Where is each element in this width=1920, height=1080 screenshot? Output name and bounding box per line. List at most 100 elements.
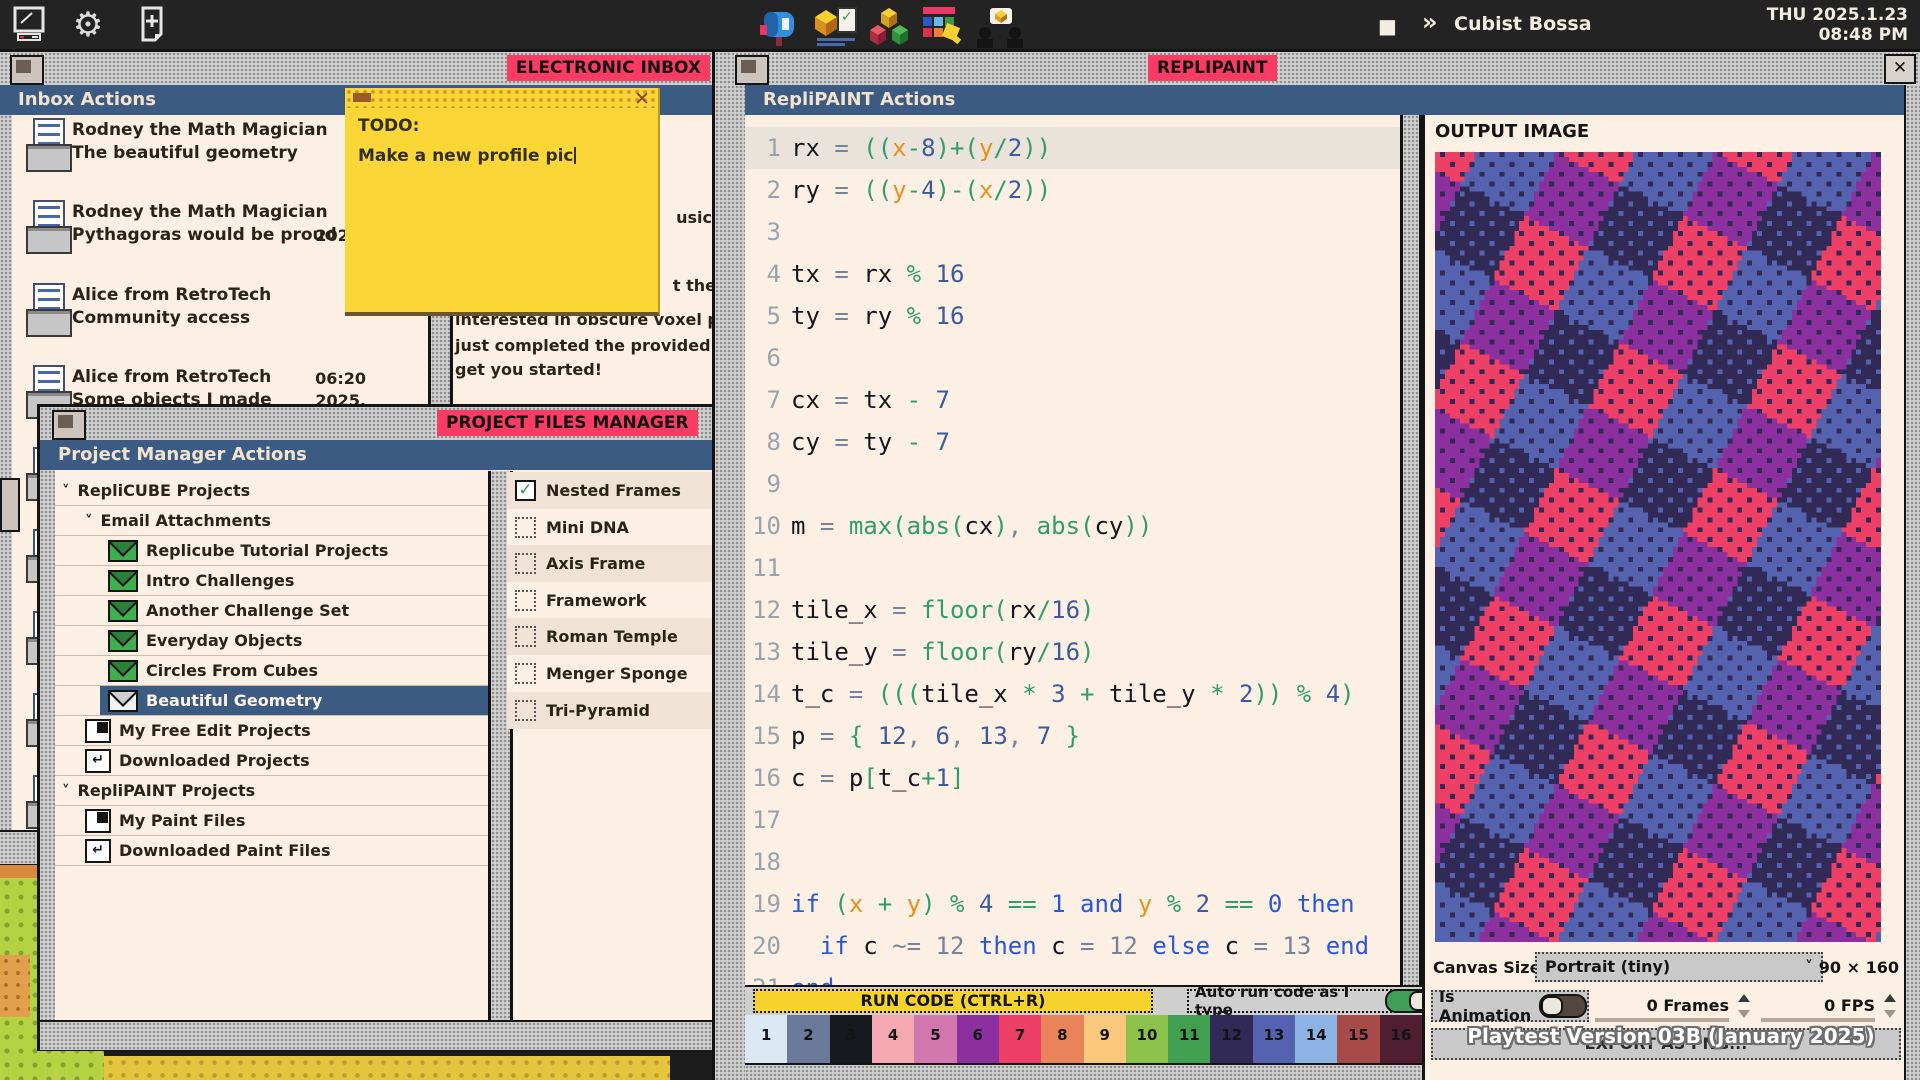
chevron-down-icon[interactable]: ˅ [62, 482, 70, 500]
is-animation-toggle[interactable] [1539, 994, 1587, 1018]
tree-item-everyday-objects[interactable]: Everyday Objects [55, 626, 488, 656]
file-row-framework[interactable]: Framework [507, 582, 745, 619]
manager-menu[interactable]: Project Manager Actions [40, 440, 748, 470]
tree-item-downloaded-projects[interactable]: ↵Downloaded Projects [55, 746, 488, 776]
community-cube-icon[interactable] [976, 5, 1024, 45]
checkbox-unchecked-icon[interactable] [515, 553, 536, 574]
file-label: Framework [546, 591, 646, 610]
checkbox-unchecked-icon[interactable] [515, 590, 536, 611]
skip-icon[interactable]: » [1422, 8, 1438, 36]
chevron-down-icon[interactable]: ˅ [62, 782, 70, 800]
file-row-axis-frame[interactable]: Axis Frame [507, 545, 745, 582]
frames-field[interactable]: 0 Frames [1595, 990, 1755, 1022]
palette-swatch-16[interactable]: 16 [1380, 1015, 1422, 1063]
palette-swatch-3[interactable]: 3 [830, 1015, 872, 1063]
sticky-note-close-icon[interactable]: ✕ [634, 88, 650, 110]
checkbox-unchecked-icon[interactable] [515, 517, 536, 538]
tree-item-intro-challenges[interactable]: Intro Challenges [55, 566, 488, 596]
tree-item-beautiful-geometry[interactable]: Beautiful Geometry [55, 686, 488, 716]
replipaint-window-icon[interactable] [735, 55, 769, 85]
sticky-note-drag-band[interactable] [345, 88, 658, 108]
tree-item-replicube-projects[interactable]: ˅RepliCUBE Projects [55, 476, 488, 506]
palette-swatch-9[interactable]: 9 [1084, 1015, 1126, 1063]
autorun-control[interactable]: Auto run code as I type [1187, 989, 1435, 1013]
gear-icon[interactable]: ⚙ [68, 5, 108, 45]
palette-swatch-7[interactable]: 7 [999, 1015, 1041, 1063]
inbox-window-icon[interactable] [10, 55, 44, 85]
file-label: Menger Sponge [546, 664, 688, 683]
palette-swatch-11[interactable]: 11 [1168, 1015, 1210, 1063]
tree-item-email-attachments[interactable]: ˅Email Attachments [55, 506, 488, 536]
code-token: * [1210, 680, 1239, 708]
new-file-icon[interactable] [134, 5, 174, 45]
fps-stepper[interactable] [1881, 992, 1899, 1020]
replipaint-titlebar[interactable]: REPLIPAINT ✕ [715, 52, 1920, 88]
sticky-note-text[interactable]: Make a new profile pic [358, 146, 576, 166]
computer-icon[interactable] [10, 5, 50, 45]
envelope-icon [108, 660, 138, 682]
tree-item-replicube-tutorial-projects[interactable]: Replicube Tutorial Projects [55, 536, 488, 566]
file-row-nested-frames[interactable]: ✓Nested Frames [507, 472, 745, 509]
file-row-tri-pyramid[interactable]: Tri-Pyramid [507, 692, 745, 729]
palette-swatch-number: 3 [846, 1026, 856, 1044]
code-token: 12 [936, 932, 979, 960]
checkbox-unchecked-icon[interactable] [515, 663, 536, 684]
code-text: cy = ty - 7 [791, 421, 950, 463]
stop-icon[interactable]: ■ [1378, 14, 1397, 38]
file-row-roman-temple[interactable]: Roman Temple [507, 618, 745, 655]
mailbox-icon[interactable] [756, 5, 800, 45]
fps-field[interactable]: 0 FPS [1761, 990, 1901, 1022]
palette-swatch-15[interactable]: 15 [1337, 1015, 1379, 1063]
palette-swatch-14[interactable]: 14 [1295, 1015, 1337, 1063]
clock-date: THU 2025.1.23 [1767, 5, 1908, 25]
manager-titlebar[interactable]: PROJECT FILES MANAGER [40, 407, 748, 443]
code-token: y [1138, 890, 1167, 918]
palette-swatch-2[interactable]: 2 [787, 1015, 829, 1063]
manager-window-icon[interactable] [52, 410, 86, 440]
frames-stepper[interactable] [1735, 992, 1753, 1020]
palette-swatch-6[interactable]: 6 [957, 1015, 999, 1063]
is-animation-control[interactable]: Is Animation [1431, 990, 1589, 1022]
checkbox-unchecked-icon[interactable] [515, 626, 536, 647]
palette-swatch-12[interactable]: 12 [1210, 1015, 1252, 1063]
canvas-size-dropdown[interactable]: Portrait (tiny) ˅ [1535, 952, 1823, 982]
sticky-note[interactable]: ✕ TODO: Make a new profile pic [345, 88, 660, 316]
close-icon[interactable]: ✕ [1884, 54, 1916, 84]
tree-item-downloaded-paint-files[interactable]: ↵Downloaded Paint Files [55, 836, 488, 866]
code-editor-scrollbar[interactable] [1400, 115, 1422, 985]
tree-item-replipaint-projects[interactable]: ˅RepliPAINT Projects [55, 776, 488, 806]
tree-item-circles-from-cubes[interactable]: Circles From Cubes [55, 656, 488, 686]
cubes-icon[interactable] [866, 5, 912, 45]
palette-swatch-13[interactable]: 13 [1253, 1015, 1295, 1063]
inbox-titlebar[interactable]: ELECTRONIC INBOX [0, 52, 712, 88]
tree-item-label: My Free Edit Projects [119, 721, 311, 740]
tree-item-my-paint-files[interactable]: My Paint Files [55, 806, 488, 836]
paint-grid-icon[interactable] [918, 5, 964, 45]
tree-item-my-free-edit-projects[interactable]: My Free Edit Projects [55, 716, 488, 746]
file-row-mini-dna[interactable]: Mini DNA [507, 509, 745, 546]
replipaint-menu[interactable]: RepliPAINT Actions [745, 85, 1904, 115]
tree-item-another-challenge-set[interactable]: Another Challenge Set [55, 596, 488, 626]
checkbox-checked-icon[interactable]: ✓ [515, 480, 536, 501]
palette-swatch-4[interactable]: 4 [872, 1015, 914, 1063]
code-editor[interactable]: 1rx = ((x-8)+(y/2))2ry = ((y-4)-(x/2))34… [745, 115, 1400, 985]
tasks-cube-icon[interactable]: ✓ [812, 5, 858, 45]
line-number: 21 [747, 967, 781, 985]
chevron-down-icon[interactable]: ˅ [85, 512, 93, 530]
code-token: ry [791, 176, 834, 204]
replipaint-right-scrollbar[interactable] [1904, 85, 1920, 1080]
palette-swatch-1[interactable]: 1 [745, 1015, 787, 1063]
code-token: - [907, 428, 936, 456]
palette-swatch-8[interactable]: 8 [1041, 1015, 1083, 1063]
run-code-button[interactable]: RUN CODE (CTRL+R) [753, 989, 1153, 1013]
code-line-1: 1rx = ((x-8)+(y/2)) [745, 127, 1400, 169]
checkbox-unchecked-icon[interactable] [515, 700, 536, 721]
file-row-menger-sponge[interactable]: Menger Sponge [507, 655, 745, 692]
palette-swatch-5[interactable]: 5 [914, 1015, 956, 1063]
code-token: } [1051, 722, 1080, 750]
email-icon [26, 283, 72, 337]
sticky-note-handle[interactable] [353, 93, 371, 102]
palette-swatch-10[interactable]: 10 [1126, 1015, 1168, 1063]
track-title: Cubist Bossa [1454, 13, 1592, 35]
project-files-manager-window: PROJECT FILES MANAGER Project Manager Ac… [40, 407, 748, 1048]
